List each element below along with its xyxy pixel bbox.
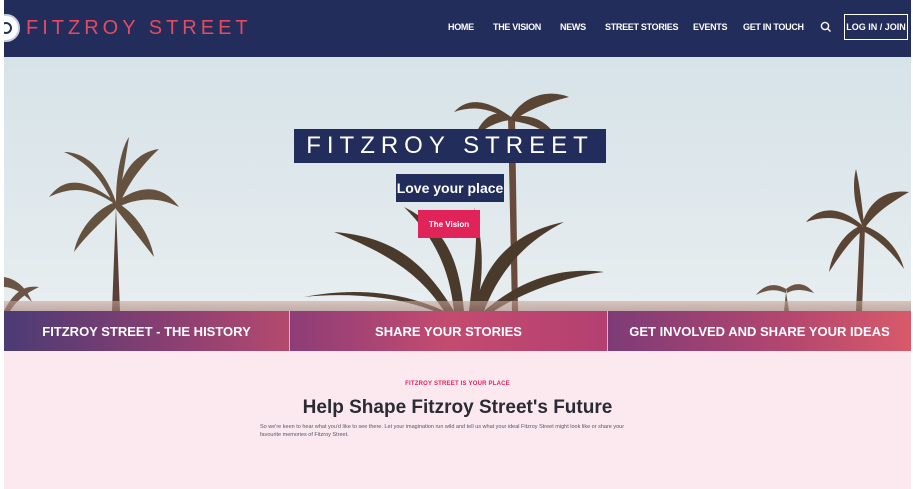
hero-banner: FITZROY STREET Love your place The Visio… — [4, 57, 911, 311]
logo-badge-icon[interactable] — [4, 14, 20, 42]
hero-title: FITZROY STREET — [294, 129, 606, 163]
nav-home[interactable]: HOME — [448, 22, 474, 32]
history-link[interactable]: FITZROY STREET - THE HISTORY — [4, 311, 289, 351]
top-nav: FITZROY STREET HOME THE VISION NEWS STRE… — [4, 0, 911, 57]
brand-logo[interactable]: FITZROY STREET — [26, 17, 252, 40]
hero-tagline: Love your place — [396, 174, 504, 202]
intro-eyebrow: FITZROY STREET IS YOUR PLACE — [405, 381, 510, 387]
get-involved-link[interactable]: GET INVOLVED AND SHARE YOUR IDEAS — [607, 311, 911, 351]
intro-heading: Help Shape Fitzroy Street's Future — [302, 397, 613, 418]
intro-section: FITZROY STREET IS YOUR PLACE Help Shape … — [4, 351, 911, 489]
share-stories-link[interactable]: SHARE YOUR STORIES — [289, 311, 607, 351]
feature-links-bar: FITZROY STREET - THE HISTORY SHARE YOUR … — [4, 311, 911, 351]
nav-the-vision[interactable]: THE VISION — [493, 22, 541, 32]
search-icon[interactable] — [819, 20, 833, 34]
the-vision-button[interactable]: The Vision — [418, 210, 480, 238]
login-join-button[interactable]: LOG IN / JOIN — [844, 14, 908, 40]
nav-street-stories[interactable]: STREET STORIES — [605, 22, 678, 32]
nav-news[interactable]: NEWS — [560, 22, 586, 32]
nav-get-in-touch[interactable]: GET IN TOUCH — [743, 22, 804, 32]
page: FITZROY STREET HOME THE VISION NEWS STRE… — [4, 0, 911, 489]
nav-events[interactable]: EVENTS — [693, 22, 728, 32]
intro-body: So we're keen to hear what you'd like to… — [260, 424, 625, 438]
